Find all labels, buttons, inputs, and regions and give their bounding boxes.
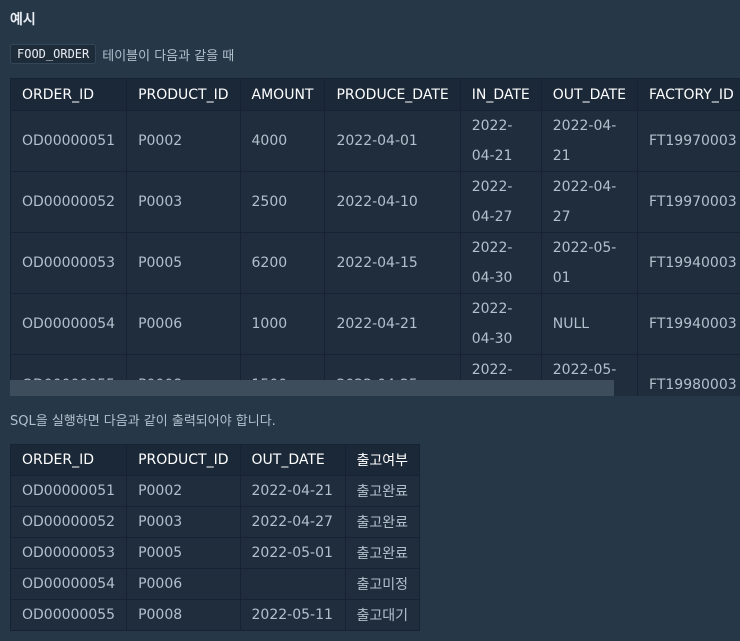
cell: P0008 — [126, 599, 241, 631]
cell: FT19980003 — [637, 354, 740, 396]
table-row: OD00000054 P0006 출고미정 — [9, 568, 421, 600]
cell: 1000 — [239, 293, 326, 355]
col-out-date: OUT_DATE — [540, 78, 639, 111]
cell: 2022-04-10 — [324, 171, 461, 233]
table-row: OD00000054 P0006 1000 2022-04-21 2022-04… — [10, 293, 740, 355]
cell: 2022-04-27 — [239, 506, 346, 538]
cell: P0002 — [126, 110, 241, 172]
cell: 2022-04-21 — [324, 293, 461, 355]
cell: 2022-05-01 — [540, 232, 639, 294]
cell: OD00000053 — [10, 232, 128, 294]
table-row: OD00000055 P0008 2022-05-11 출고대기 — [9, 599, 421, 631]
cell: 2022-04-21 — [459, 110, 542, 172]
input-table-scroll[interactable]: ORDER_ID PRODUCT_ID AMOUNT PRODUCE_DATE … — [10, 78, 740, 396]
cell: 출고미정 — [344, 568, 421, 600]
col-out-date: OUT_DATE — [239, 444, 346, 476]
cell: 2022-05-01 — [239, 537, 346, 569]
col-product-id: PRODUCT_ID — [126, 444, 241, 476]
col-out-status: 출고여부 — [344, 444, 421, 476]
result-table-wrap: ORDER_ID PRODUCT_ID OUT_DATE 출고여부 OD0000… — [9, 444, 421, 631]
cell: OD00000055 — [9, 599, 128, 631]
cell: P0005 — [126, 232, 241, 294]
cell: P0002 — [126, 475, 241, 507]
horizontal-scrollbar[interactable] — [10, 380, 614, 396]
cell: OD00000051 — [10, 110, 128, 172]
cell: OD00000052 — [10, 171, 128, 233]
cell: 2022-04-27 — [540, 171, 639, 233]
table-header-row: ORDER_ID PRODUCT_ID OUT_DATE 출고여부 — [9, 444, 421, 476]
example-heading: 예시 — [10, 12, 36, 28]
col-product-id: PRODUCT_ID — [126, 78, 241, 111]
cell: FT19970003 — [637, 171, 740, 233]
table-name-code: FOOD_ORDER — [10, 44, 97, 64]
col-in-date: IN_DATE — [459, 78, 542, 111]
food-order-table: ORDER_ID PRODUCT_ID AMOUNT PRODUCE_DATE … — [10, 78, 740, 396]
result-intro-text: SQL을 실행하면 다음과 같이 출력되어야 합니다. — [10, 414, 276, 429]
table-row: OD00000052 P0003 2022-04-27 출고완료 — [9, 506, 421, 538]
col-amount: AMOUNT — [239, 78, 326, 111]
cell: 출고완료 — [344, 506, 421, 538]
cell: 2022-04-30 — [459, 232, 542, 294]
col-order-id: ORDER_ID — [9, 444, 128, 476]
cell: FT19970003 — [637, 110, 740, 172]
cell: OD00000051 — [9, 475, 128, 507]
table-row: OD00000053 P0005 2022-05-01 출고완료 — [9, 537, 421, 569]
table-row: OD00000053 P0005 6200 2022-04-15 2022-04… — [10, 232, 740, 294]
cell: 2022-04-30 — [459, 293, 542, 355]
cell: P0006 — [126, 568, 241, 600]
table-intro-text: 테이블이 다음과 같을 때 — [102, 48, 235, 64]
table-header-row: ORDER_ID PRODUCT_ID AMOUNT PRODUCE_DATE … — [10, 78, 740, 111]
cell: FT19940003 — [637, 293, 740, 355]
table-intro: FOOD_ORDER 테이블이 다음과 같을 때 — [10, 44, 234, 64]
cell: 출고완료 — [344, 537, 421, 569]
cell: 출고완료 — [344, 475, 421, 507]
cell: 출고대기 — [344, 599, 421, 631]
cell: P0003 — [126, 171, 241, 233]
cell: NULL — [540, 293, 639, 355]
cell: 2022-04-21 — [540, 110, 639, 172]
cell: P0006 — [126, 293, 241, 355]
cell: 2022-04-01 — [324, 110, 461, 172]
cell: 2500 — [239, 171, 326, 233]
result-table: ORDER_ID PRODUCT_ID OUT_DATE 출고여부 OD0000… — [9, 444, 421, 631]
cell: 6200 — [239, 232, 326, 294]
cell: 2022-04-21 — [239, 475, 346, 507]
cell: P0005 — [126, 537, 241, 569]
col-order-id: ORDER_ID — [10, 78, 128, 111]
cell: OD00000053 — [9, 537, 128, 569]
cell: OD00000054 — [9, 568, 128, 600]
col-produce-date: PRODUCE_DATE — [324, 78, 461, 111]
table-row: OD00000052 P0003 2500 2022-04-10 2022-04… — [10, 171, 740, 233]
cell: 2022-05-11 — [239, 599, 346, 631]
cell: 4000 — [239, 110, 326, 172]
cell: P0003 — [126, 506, 241, 538]
cell: OD00000052 — [9, 506, 128, 538]
cell: OD00000054 — [10, 293, 128, 355]
cell: 2022-04-15 — [324, 232, 461, 294]
table-row: OD00000051 P0002 4000 2022-04-01 2022-04… — [10, 110, 740, 172]
col-factory-id: FACTORY_ID — [637, 78, 740, 111]
table-row: OD00000051 P0002 2022-04-21 출고완료 — [9, 475, 421, 507]
cell — [239, 568, 346, 600]
cell: 2022-04-27 — [459, 171, 542, 233]
cell: FT19940003 — [637, 232, 740, 294]
